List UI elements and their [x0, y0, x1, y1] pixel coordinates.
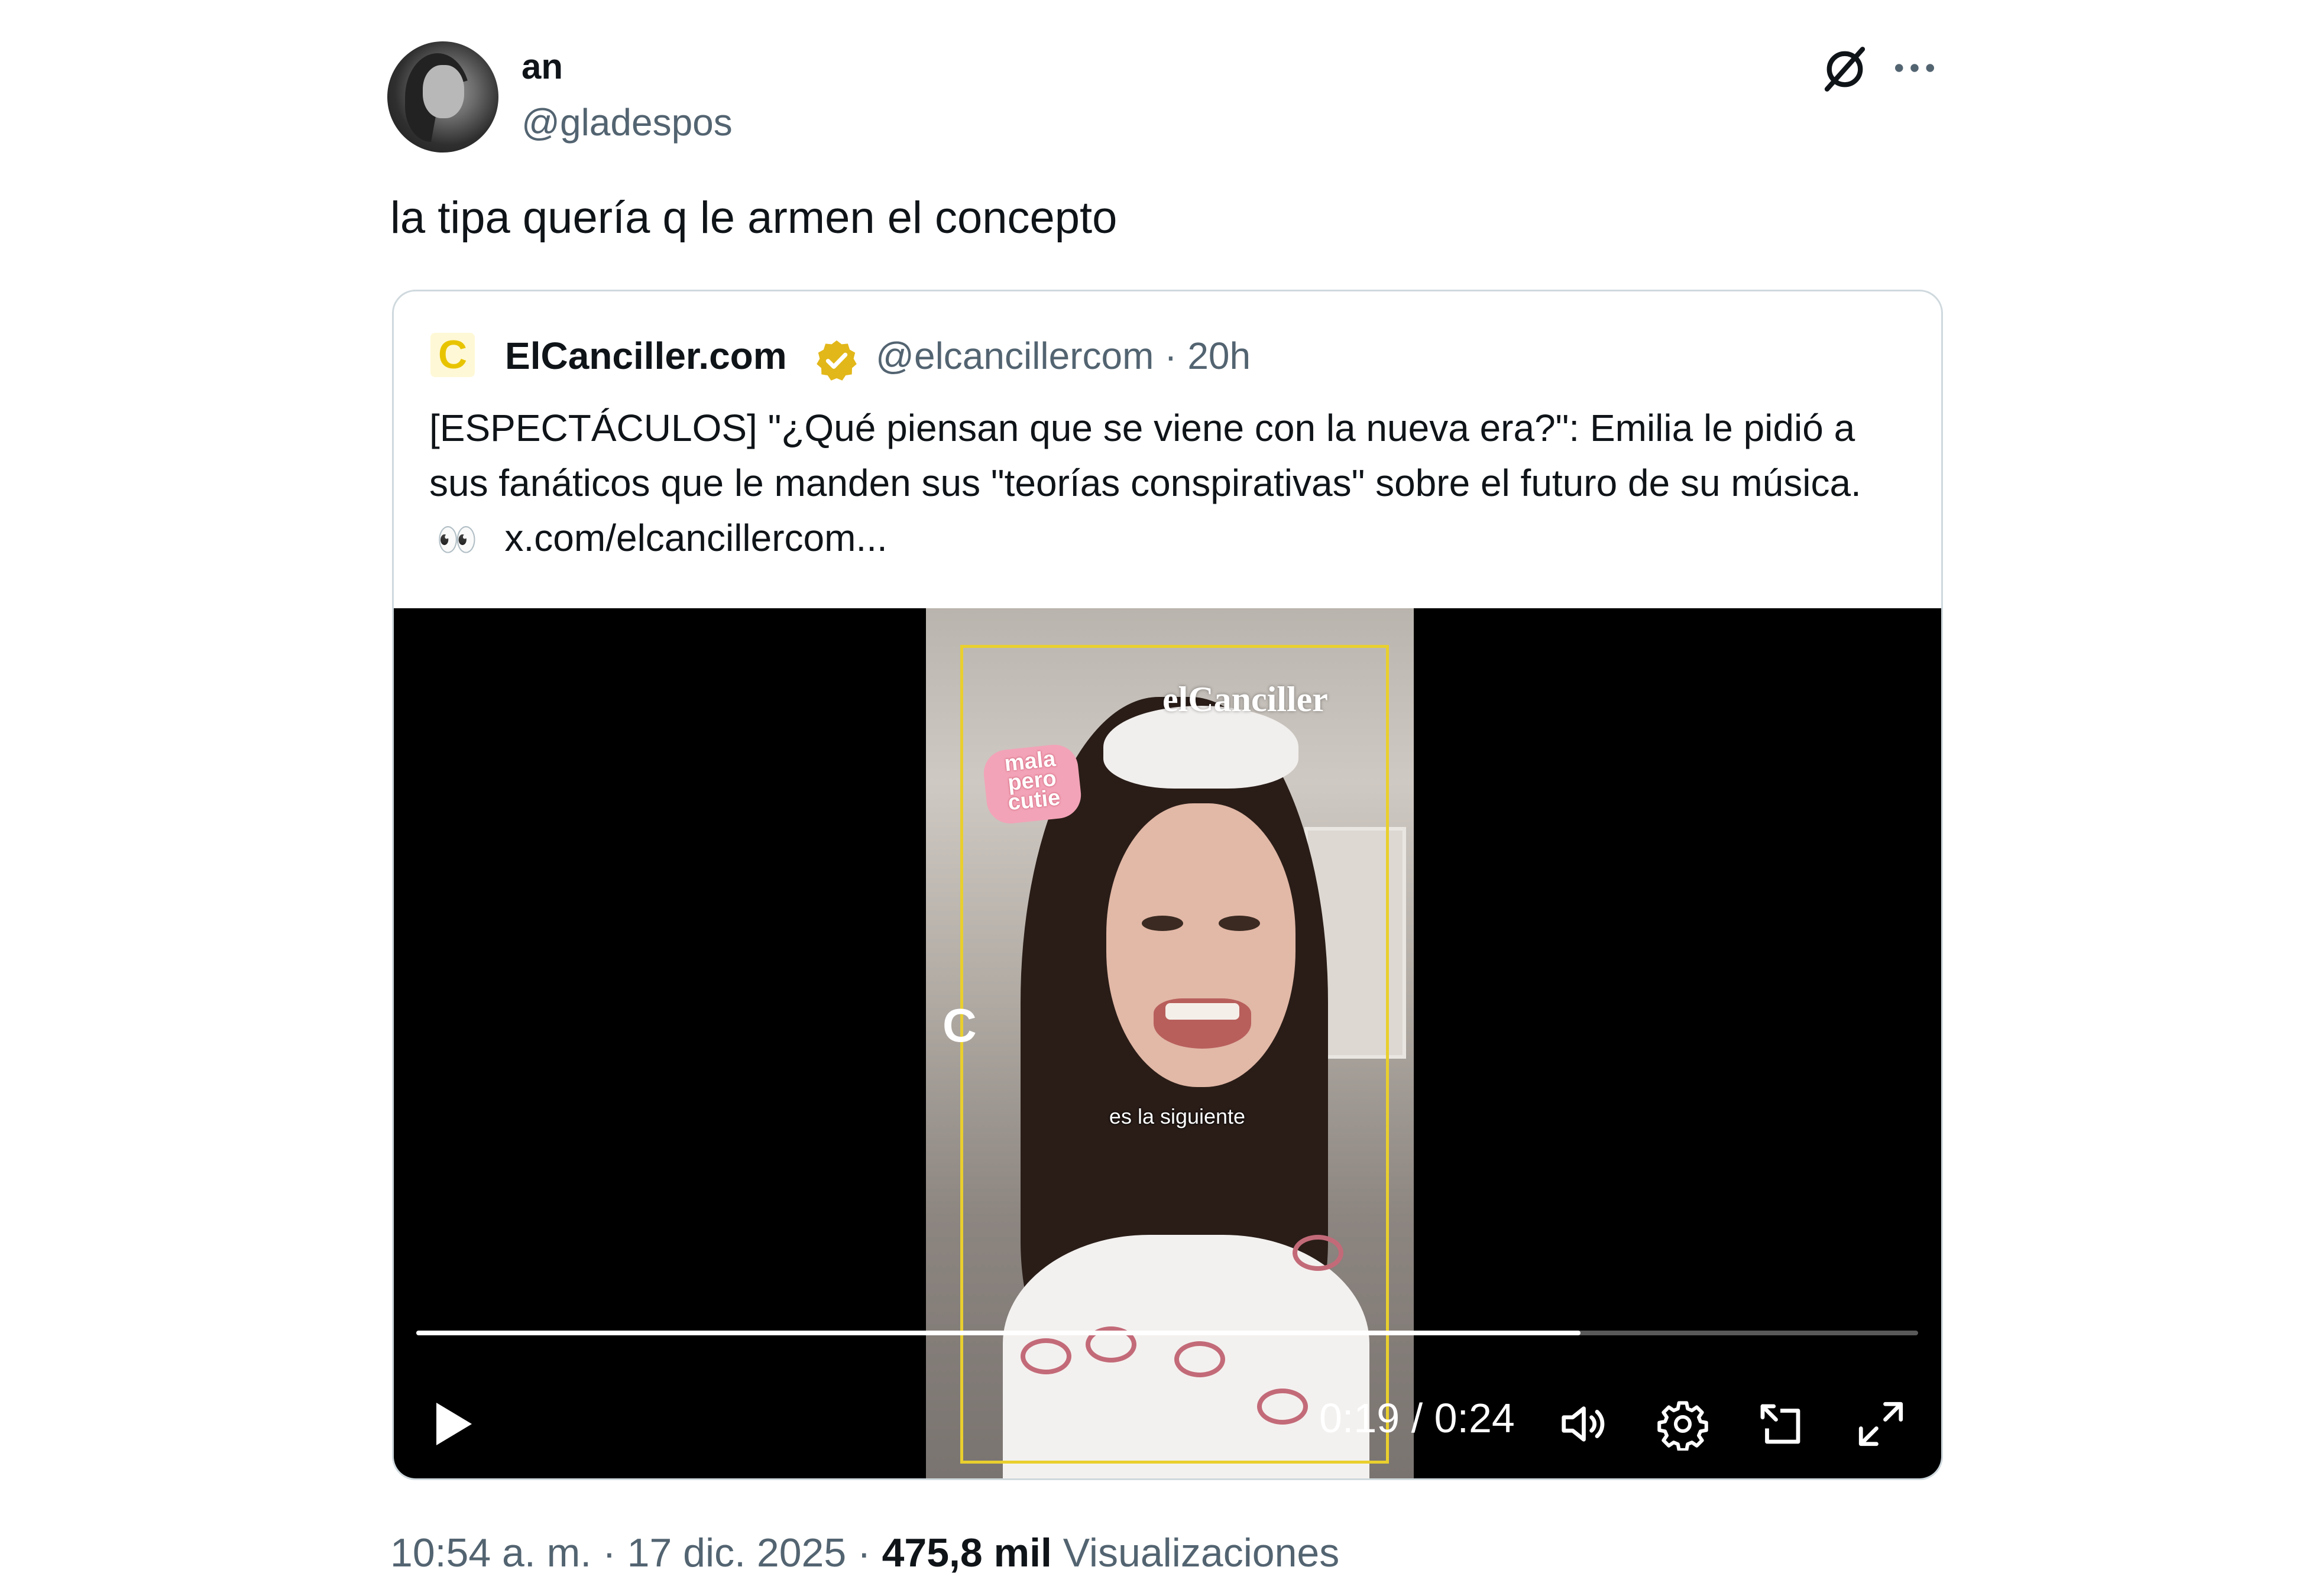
play-icon[interactable]: [429, 1397, 477, 1451]
tweet-metadata: 10:54 a. m. · 17 dic. 2025 · 475,8 mil V…: [390, 1530, 1339, 1576]
view-count: 475,8 mil: [882, 1530, 1052, 1575]
quote-text: [ESPECTÁCULOS] "¿Qué piensan que se vien…: [429, 401, 1907, 567]
quote-author-name[interactable]: ElCanciller.com: [505, 334, 787, 378]
verified-badge-icon: [817, 340, 857, 381]
picture-in-picture-icon[interactable]: [1754, 1397, 1807, 1451]
quote-link[interactable]: x.com/elcancillercom...: [505, 517, 888, 559]
quoted-tweet[interactable]: C ElCanciller.com @elcancillercom · 20h …: [392, 290, 1943, 1480]
author-name[interactable]: an: [522, 46, 563, 87]
overlay-corner-mark: C: [943, 999, 977, 1052]
more-icon[interactable]: [1888, 47, 1941, 89]
fullscreen-icon[interactable]: [1854, 1397, 1907, 1451]
tweet-text: la tipa quería q le armen el concepto: [390, 193, 1118, 243]
author-handle[interactable]: @gladespos: [522, 100, 733, 144]
video-player[interactable]: elCanciller mala pero cutie C es la sigu…: [394, 608, 1941, 1478]
volume-icon[interactable]: [1556, 1397, 1612, 1451]
progress-bar[interactable]: [416, 1331, 1918, 1335]
sticker: mala pero cutie: [981, 742, 1084, 826]
settings-gear-icon[interactable]: [1656, 1397, 1709, 1451]
avatar[interactable]: [387, 41, 498, 153]
video-frame: elCanciller mala pero cutie C es la sigu…: [926, 608, 1414, 1478]
tweet-timestamp[interactable]: 10:54 a. m. · 17 dic. 2025 ·: [390, 1530, 882, 1575]
quote-handle-time[interactable]: @elcancillercom · 20h: [876, 334, 1251, 378]
quote-text-body: [ESPECTÁCULOS] "¿Qué piensan que se vien…: [429, 407, 1861, 504]
overlay-brand: elCanciller: [1162, 680, 1328, 719]
video-time: 0:19 / 0:24: [1319, 1395, 1515, 1441]
grok-icon[interactable]: [1818, 43, 1871, 96]
video-caption: es la siguiente: [1109, 1104, 1246, 1128]
eyes-emoji: 👀: [436, 521, 478, 558]
views-label: Visualizaciones: [1051, 1530, 1340, 1575]
progress-fill: [416, 1331, 1580, 1335]
quote-logo[interactable]: C: [430, 333, 475, 377]
